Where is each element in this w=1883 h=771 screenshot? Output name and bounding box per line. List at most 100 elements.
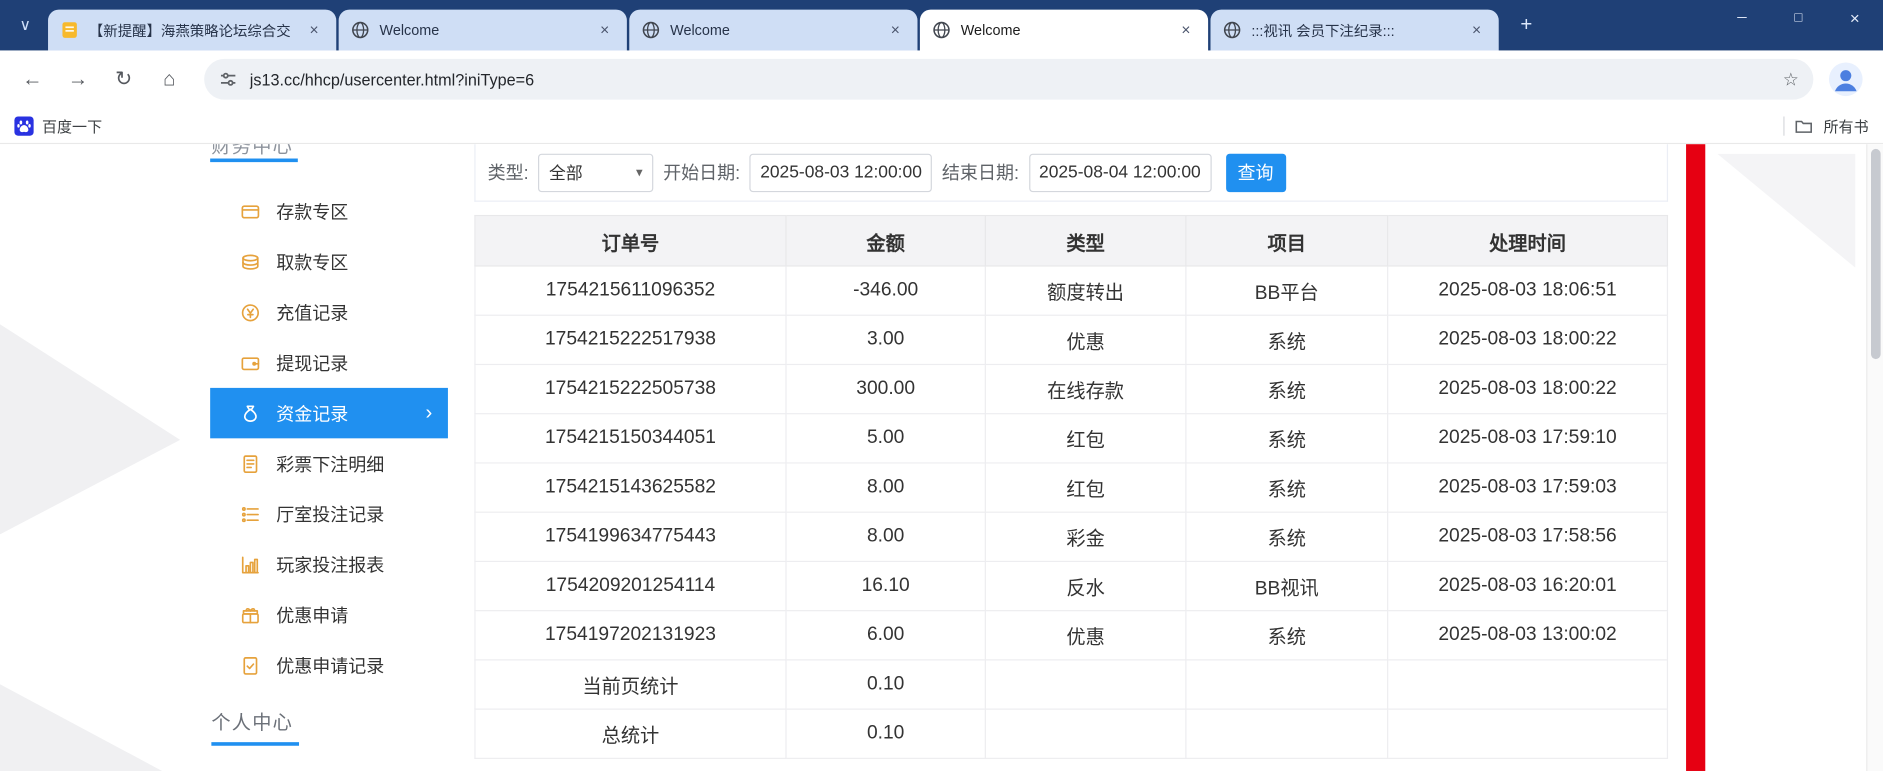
query-button[interactable]: 查询	[1226, 153, 1286, 191]
table-row: 1754215143625582 8.00 红包 系统 2025-08-03 1…	[475, 463, 1667, 512]
table-cell: 系统	[1186, 611, 1388, 660]
start-date-input[interactable]	[750, 153, 933, 191]
table-cell: BB视讯	[1186, 561, 1388, 610]
table-cell	[1388, 709, 1668, 758]
sidebar-menu: 存款专区 取款专区 充值记录	[210, 186, 448, 690]
tab-bar: ∨ 【新提醒】海燕策略论坛综合交 × Welcome × Welcome ×	[0, 0, 1883, 50]
folder-icon	[1795, 116, 1814, 135]
sidebar-item-fund-records[interactable]: 资金记录 ›	[210, 388, 448, 438]
tab-welcome-active[interactable]: Welcome ×	[920, 10, 1208, 51]
table-cell: 反水	[985, 561, 1186, 610]
col-header: 订单号	[475, 216, 786, 266]
lottery-detail-icon	[240, 453, 260, 473]
tab-welcome-2[interactable]: Welcome ×	[629, 10, 917, 51]
back-button[interactable]: ←	[12, 59, 53, 100]
tab-close-icon[interactable]: ×	[594, 20, 614, 40]
sidebar-item-player-report[interactable]: 玩家投注报表	[210, 539, 448, 589]
table-cell: 2025-08-03 18:00:22	[1388, 315, 1668, 364]
sidebar-item-label: 提现记录	[276, 350, 348, 375]
tab-close-icon[interactable]: ×	[304, 20, 324, 40]
sidebar-item-label: 存款专区	[276, 199, 348, 224]
table-cell: 额度转出	[985, 266, 1186, 315]
sidebar-item-promo-records[interactable]: 优惠申请记录	[210, 640, 448, 690]
player-report-icon	[240, 554, 260, 574]
table-row: 1754215222505738 300.00 在线存款 系统 2025-08-…	[475, 364, 1667, 413]
browser-window: ∨ 【新提醒】海燕策略论坛综合交 × Welcome × Welcome ×	[0, 0, 1883, 771]
table-row: 1754215222517938 3.00 优惠 系统 2025-08-03 1…	[475, 315, 1667, 364]
page-content: 财务中心 存款专区 取款专区	[0, 144, 1883, 771]
tab-forum[interactable]: 【新提醒】海燕策略论坛综合交 ×	[48, 10, 336, 51]
globe-icon	[932, 20, 951, 39]
sidebar-item-label: 玩家投注报表	[276, 552, 384, 577]
withdrawal-record-icon	[240, 352, 260, 372]
tab-video-records[interactable]: :::视讯 会员下注纪录::: ×	[1211, 10, 1499, 51]
summary-row-current-page: 当前页统计 0.10	[475, 660, 1667, 709]
scrollbar-thumb[interactable]	[1871, 149, 1881, 359]
sidebar-item-lottery-details[interactable]: 彩票下注明细	[210, 438, 448, 488]
sidebar-item-withdrawal-records[interactable]: 提现记录	[210, 337, 448, 387]
tab-search-button[interactable]: ∨	[10, 10, 41, 41]
type-select[interactable]: 全部 ▾	[538, 153, 653, 191]
filter-panel: 类型: 全部 ▾ 开始日期: 结束日期: 查询	[474, 144, 1668, 202]
table-cell: 系统	[1186, 414, 1388, 463]
sidebar-section-finance: 财务中心	[210, 144, 448, 162]
table-cell: 1754209201254114	[475, 561, 786, 610]
address-bar[interactable]: js13.cc/hhcp/usercenter.html?iniType=6 ☆	[204, 59, 1813, 100]
tab-welcome-1[interactable]: Welcome ×	[339, 10, 627, 51]
table-cell	[985, 660, 1186, 709]
tab-title: :::视讯 会员下注纪录:::	[1251, 20, 1456, 40]
sidebar: 财务中心 存款专区 取款专区	[210, 144, 448, 771]
page-scrollbar[interactable]	[1866, 144, 1883, 771]
table-cell: 系统	[1186, 512, 1388, 561]
new-tab-button[interactable]: +	[1511, 10, 1542, 41]
tab-close-icon[interactable]: ×	[885, 20, 905, 40]
table-cell: 16.10	[786, 561, 985, 610]
section-title-personal: 个人中心	[211, 706, 448, 735]
profile-avatar[interactable]	[1828, 61, 1864, 97]
table-cell: 2025-08-03 16:20:01	[1388, 561, 1668, 610]
sidebar-item-deposit[interactable]: 存款专区	[210, 186, 448, 236]
sidebar-item-recharge-records[interactable]: 充值记录	[210, 287, 448, 337]
home-button[interactable]: ⌂	[149, 59, 190, 100]
decorative-triangle	[1717, 154, 1855, 268]
end-date-input[interactable]	[1029, 153, 1212, 191]
bookmarks-bar: 百度一下 所有书	[0, 108, 1883, 144]
table-cell: 0.10	[786, 660, 985, 709]
table-cell: 8.00	[786, 512, 985, 561]
table-row: 1754215611096352 -346.00 额度转出 BB平台 2025-…	[475, 266, 1667, 315]
sidebar-item-label: 厅室投注记录	[276, 501, 384, 526]
table-cell: 1754215222505738	[475, 364, 786, 413]
divider	[1784, 116, 1785, 135]
bookmark-item-baidu[interactable]: 百度一下	[14, 114, 102, 137]
sidebar-item-label: 资金记录	[276, 401, 348, 426]
table-cell: 1754215143625582	[475, 463, 786, 512]
table-cell: 1754215222517938	[475, 315, 786, 364]
tab-close-icon[interactable]: ×	[1466, 20, 1486, 40]
minimize-button[interactable]: ─	[1714, 0, 1770, 36]
table-cell: 红包	[985, 414, 1186, 463]
table-cell: 300.00	[786, 364, 985, 413]
col-header: 类型	[985, 216, 1186, 266]
reload-button[interactable]: ↻	[103, 59, 144, 100]
maximize-button[interactable]: □	[1770, 0, 1826, 36]
table-cell: BB平台	[1186, 266, 1388, 315]
bookmark-star-icon[interactable]: ☆	[1783, 68, 1799, 90]
forward-button[interactable]: →	[58, 59, 99, 100]
table-cell: 2025-08-03 17:59:10	[1388, 414, 1668, 463]
window-close-button[interactable]: ×	[1827, 0, 1883, 36]
section-title-finance: 财务中心	[211, 144, 293, 158]
sidebar-item-withdraw[interactable]: 取款专区	[210, 237, 448, 287]
sidebar-item-hall-bet-records[interactable]: 厅室投注记录	[210, 489, 448, 539]
sidebar-item-promo-apply[interactable]: 优惠申请	[210, 590, 448, 640]
all-bookmarks-button[interactable]: 所有书	[1784, 114, 1869, 137]
bookmark-label: 百度一下	[42, 114, 102, 137]
table-cell: 红包	[985, 463, 1186, 512]
table-cell: 5.00	[786, 414, 985, 463]
tab-close-icon[interactable]: ×	[1176, 20, 1196, 40]
sidebar-item-label: 充值记录	[276, 300, 348, 325]
browser-toolbar: ← → ↻ ⌂ js13.cc/hhcp/usercenter.html?ini…	[0, 50, 1883, 108]
table-row: 1754199634775443 8.00 彩金 系统 2025-08-03 1…	[475, 512, 1667, 561]
table-row: 1754197202131923 6.00 优惠 系统 2025-08-03 1…	[475, 611, 1667, 660]
table-header-row: 订单号 金额 类型 项目 处理时间	[475, 216, 1667, 266]
table-cell: 在线存款	[985, 364, 1186, 413]
